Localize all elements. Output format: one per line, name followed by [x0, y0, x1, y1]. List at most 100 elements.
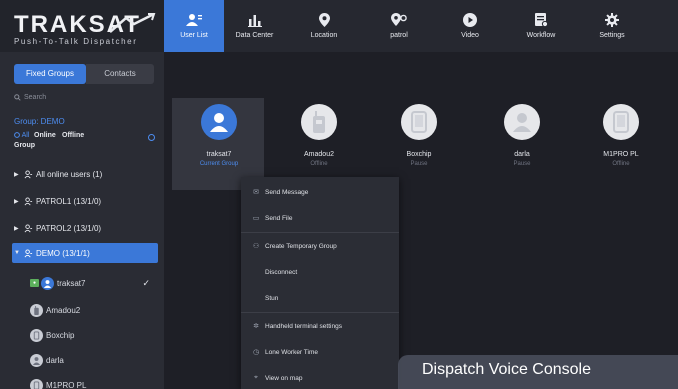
- nav-label: Video: [461, 32, 479, 39]
- menu-handheld-settings[interactable]: ✲ Handheld terminal settings: [241, 313, 399, 339]
- current-group-label: Group: DEMO: [14, 117, 65, 126]
- user-name: traksat7: [206, 151, 232, 158]
- menu-lone-worker-time[interactable]: ◷ Lone Worker Time: [241, 339, 399, 365]
- tree-item-all-online[interactable]: ▶ All online users (1): [14, 166, 158, 182]
- avatar-radio-icon: [301, 104, 337, 140]
- filter-offline[interactable]: Offline: [62, 132, 84, 139]
- tab-fixed-groups[interactable]: Fixed Groups: [14, 64, 86, 84]
- menu-send-file[interactable]: ▭ Send File: [241, 205, 399, 231]
- online-badge: ●: [30, 279, 39, 287]
- tree-item-label: All online users (1): [36, 169, 103, 179]
- avatar-person-icon: [30, 353, 43, 367]
- user-name: Amadou2: [304, 151, 334, 158]
- nav-label: patrol: [390, 32, 408, 39]
- user-name: Boxchip: [406, 151, 432, 158]
- nav-settings[interactable]: Settings: [577, 0, 647, 52]
- member-name: darla: [46, 355, 64, 365]
- user-status: Offline: [310, 161, 328, 167]
- nav-user-list[interactable]: User List: [164, 0, 224, 52]
- map-pin-icon: ⌖: [254, 374, 258, 381]
- group-icon: [24, 169, 33, 178]
- workflow-icon: [534, 13, 548, 27]
- member-item-amadou2[interactable]: Amadou2: [30, 301, 158, 319]
- user-name: M1PRO PL: [603, 151, 639, 158]
- user-status: Pause: [513, 161, 531, 167]
- group-icon: [24, 196, 33, 205]
- gear-icon: ✲: [253, 323, 259, 330]
- nav-patrol[interactable]: patrol: [363, 0, 435, 52]
- avatar-phone-icon: [30, 378, 43, 389]
- logo-swoosh-icon: [109, 12, 156, 33]
- search-placeholder: Search: [24, 94, 47, 101]
- user-name: darla: [514, 151, 530, 158]
- menu-disconnect[interactable]: Disconnect: [241, 259, 399, 285]
- filter-group[interactable]: Group: [14, 142, 35, 149]
- tree-item-patrol1[interactable]: ▶ PATROL1 (13/1/0): [14, 193, 158, 209]
- member-name: Boxchip: [46, 330, 75, 340]
- user-context-menu: ✉ Send Message ▭ Send File ⚇ Create Temp…: [241, 177, 399, 389]
- tree-item-patrol2[interactable]: ▶ PATROL2 (13/1/0): [14, 220, 158, 236]
- app-logo: TRAKSAT Push-To-Talk Dispatcher: [0, 0, 164, 52]
- avatar-person-icon: [201, 104, 237, 140]
- nav-location[interactable]: Location: [285, 0, 363, 52]
- user-card-darla[interactable]: darla Pause: [477, 104, 567, 167]
- filter-all[interactable]: All: [14, 132, 29, 139]
- filter-online[interactable]: Online: [34, 132, 56, 139]
- tree-item-label: PATROL1 (13/1/0): [36, 196, 102, 206]
- gear-icon: [605, 13, 619, 27]
- caret-right-icon: ▶: [14, 171, 19, 178]
- member-item-darla[interactable]: darla: [30, 351, 158, 369]
- video-play-icon: [463, 13, 477, 27]
- member-item-m1pro[interactable]: M1PRO PL: [30, 376, 158, 389]
- tab-contacts[interactable]: Contacts: [86, 64, 154, 84]
- nav-video[interactable]: Video: [435, 0, 505, 52]
- logo-tagline: Push-To-Talk Dispatcher: [14, 37, 138, 46]
- caret-down-icon: ▼: [14, 250, 20, 256]
- message-icon: ✉: [253, 189, 259, 196]
- nav-label: User List: [180, 32, 208, 39]
- group-icon: [24, 248, 33, 257]
- member-item-boxchip[interactable]: Boxchip: [30, 326, 158, 344]
- member-name: traksat7: [57, 278, 86, 288]
- caption-banner: Dispatch Voice Console: [398, 355, 678, 389]
- user-list-icon: [186, 14, 202, 26]
- search-input[interactable]: Search: [14, 90, 154, 105]
- nav-data-center[interactable]: Data Center: [224, 0, 285, 52]
- menu-send-message[interactable]: ✉ Send Message: [241, 179, 399, 205]
- user-card-boxchip[interactable]: Boxchip Pause: [374, 104, 464, 167]
- user-card-m1pro[interactable]: M1PRO PL Offline: [576, 104, 666, 167]
- user-status: Current Group: [199, 161, 239, 167]
- group-add-icon: ⚇: [252, 243, 260, 250]
- member-item-traksat7[interactable]: ● traksat7 ✓: [30, 274, 158, 292]
- bar-chart-icon: [247, 14, 262, 27]
- nav-label: Data Center: [235, 31, 274, 39]
- caption-text: Dispatch Voice Console: [422, 361, 591, 378]
- nav-workflow[interactable]: Workflow: [505, 0, 577, 52]
- menu-view-on-map[interactable]: ⌖ View on map: [241, 365, 399, 389]
- nav-label: Settings: [599, 32, 625, 39]
- menu-stun[interactable]: Stun: [241, 285, 399, 311]
- avatar-radio-icon: [30, 303, 43, 317]
- sidebar: TRAKSAT Push-To-Talk Dispatcher Fixed Gr…: [0, 0, 164, 389]
- file-icon: ▭: [252, 215, 260, 222]
- avatar-person-icon: [504, 104, 540, 140]
- user-card-traksat7[interactable]: traksat7 Current Group: [174, 104, 264, 167]
- nav-label: Workflow: [526, 32, 556, 39]
- avatar-phone-icon: [401, 104, 437, 140]
- group-tabs: Fixed Groups Contacts: [14, 64, 154, 84]
- nav-label: Location: [310, 32, 338, 39]
- top-navigation: User List Data Center Location patrol Vi…: [164, 0, 678, 52]
- user-status: Pause: [410, 161, 428, 167]
- user-card-amadou2[interactable]: Amadou2 Offline: [274, 104, 364, 167]
- clock-icon: ◷: [252, 349, 260, 356]
- filter-toggle[interactable]: [148, 134, 155, 141]
- user-filter: All Online Offline Group: [14, 130, 155, 152]
- tree-item-demo[interactable]: ▼ DEMO (13/1/1): [12, 243, 158, 263]
- tree-item-label: DEMO (13/1/1): [36, 248, 90, 258]
- menu-create-temp-group[interactable]: ⚇ Create Temporary Group: [241, 233, 399, 259]
- caret-right-icon: ▶: [14, 198, 19, 205]
- tree-item-label: PATROL2 (13/1/0): [36, 223, 102, 233]
- member-name: M1PRO PL: [46, 380, 87, 389]
- user-status: Offline: [612, 161, 630, 167]
- avatar-phone-icon: [603, 104, 639, 140]
